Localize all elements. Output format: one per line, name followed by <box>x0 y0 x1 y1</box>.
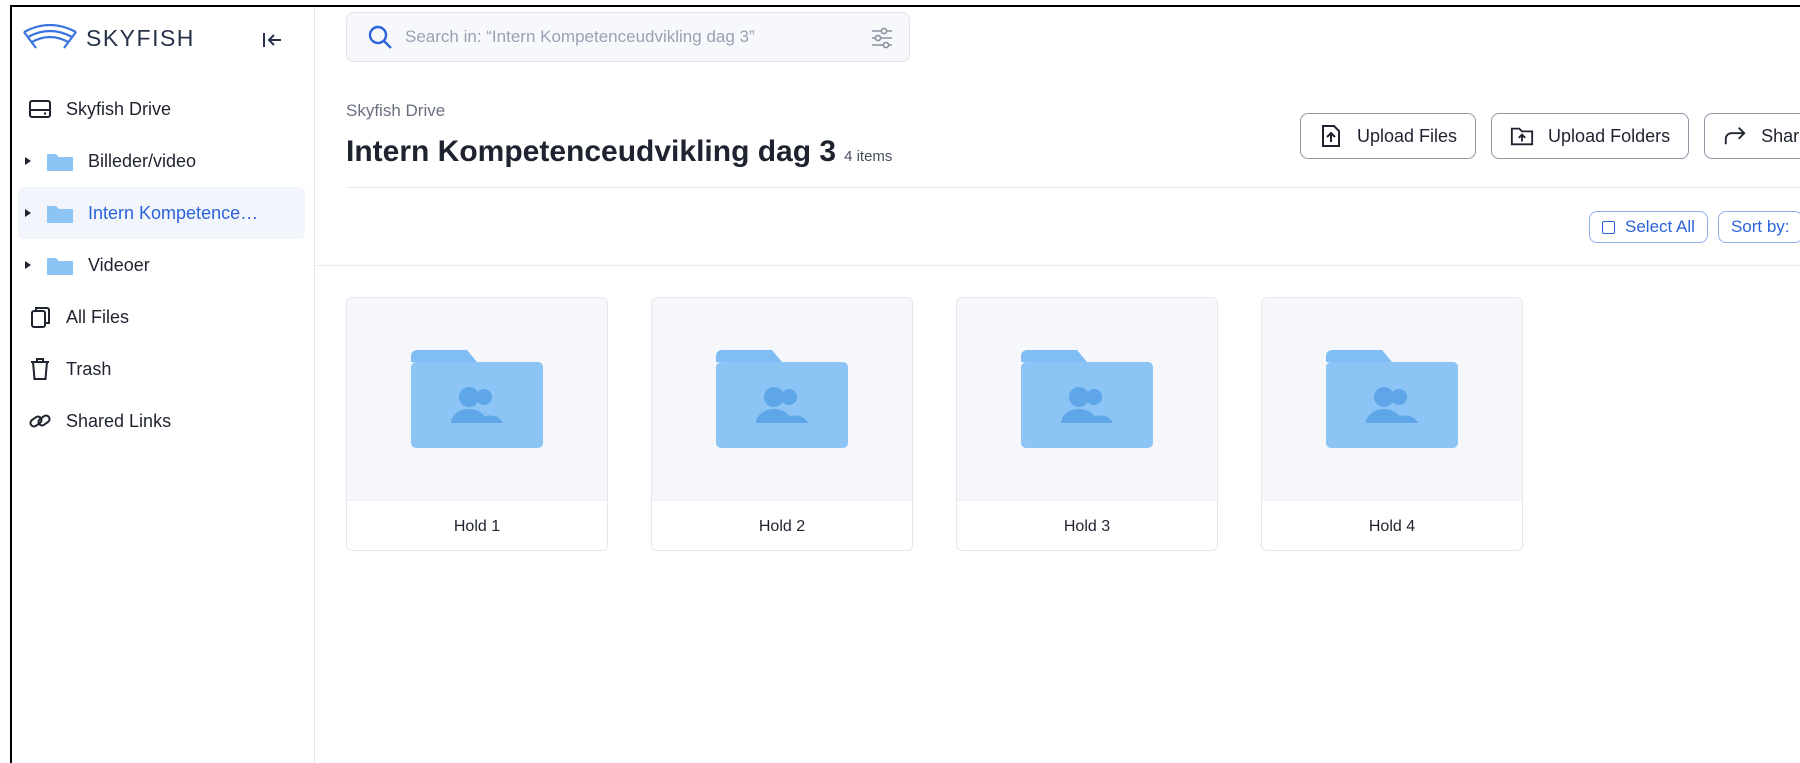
share-label: Shar <box>1761 125 1800 146</box>
header-actions: Upload Files Upload Folders Shar <box>1300 113 1800 159</box>
folder-thumbnail <box>1262 298 1522 500</box>
sidebar-item-videoer[interactable]: Videoer <box>18 239 305 291</box>
sidebar-item-all-files[interactable]: All Files <box>18 291 305 343</box>
upload-folders-button[interactable]: Upload Folders <box>1491 113 1690 159</box>
brand-name: SKYFISH <box>86 24 195 51</box>
sidebar: SKYFISH Skyfish Drive Billeder/video Int… <box>12 7 315 763</box>
search-icon <box>365 22 395 52</box>
sidebar-item-label: All Files <box>66 306 130 327</box>
shared-folder-icon <box>1326 350 1458 448</box>
sidebar-item-trash[interactable]: Trash <box>18 343 305 395</box>
app-window: SKYFISH Skyfish Drive Billeder/video Int… <box>10 5 1800 763</box>
expand-caret-icon[interactable] <box>22 208 34 218</box>
sidebar-nav: Skyfish Drive Billeder/video Intern Komp… <box>12 83 305 447</box>
folder-card[interactable]: Hold 4 <box>1261 297 1523 551</box>
share-arrow-icon <box>1723 124 1747 148</box>
sidebar-item-label: Trash <box>66 358 112 379</box>
search-bar[interactable] <box>346 12 910 62</box>
folder-grid: Hold 1 Hold 2 Hold 3 Hold 4 <box>346 297 1523 551</box>
folder-icon <box>47 154 73 171</box>
sidebar-item-label: Skyfish Drive <box>66 98 172 119</box>
shared-folder-icon <box>716 350 848 448</box>
drive-icon <box>26 95 54 123</box>
folder-thumbnail <box>652 298 912 500</box>
folder-card[interactable]: Hold 2 <box>651 297 913 551</box>
expand-caret-icon[interactable] <box>22 156 34 166</box>
share-button[interactable]: Shar <box>1704 113 1800 159</box>
upload-file-icon <box>1319 124 1343 148</box>
page-title: Intern Kompetenceudvikling dag 3 <box>346 135 837 168</box>
page-title-row: Intern Kompetenceudvikling dag 3 4 items <box>346 135 892 169</box>
divider <box>346 187 1800 188</box>
upload-folder-icon <box>1510 124 1534 148</box>
shared-folder-icon <box>411 350 543 448</box>
folder-icon <box>47 206 73 223</box>
divider <box>316 265 1800 266</box>
sidebar-item-label: Videoer <box>88 254 150 275</box>
brand[interactable]: SKYFISH <box>22 23 195 53</box>
sidebar-item-shared-links[interactable]: Shared Links <box>18 395 305 447</box>
expand-caret-icon[interactable] <box>22 260 34 270</box>
main-content: Skyfish Drive Intern Kompetenceudvikling… <box>316 7 1800 763</box>
folder-card[interactable]: Hold 3 <box>956 297 1218 551</box>
shared-folder-icon <box>1021 350 1153 448</box>
upload-files-label: Upload Files <box>1357 125 1458 146</box>
sort-by-dropdown[interactable]: Sort by: <box>1717 211 1800 243</box>
folder-name: Hold 2 <box>652 500 912 550</box>
folder-thumbnail <box>347 298 607 500</box>
sidebar-item-label: Shared Links <box>66 410 172 431</box>
sort-by-label: Sort by: <box>1730 217 1790 236</box>
sidebar-item-billeder-video[interactable]: Billeder/video <box>18 135 305 187</box>
folder-thumbnail <box>957 298 1217 500</box>
checkbox-icon <box>1602 220 1615 234</box>
upload-files-button[interactable]: Upload Files <box>1300 113 1477 159</box>
trash-icon <box>26 355 54 383</box>
collapse-left-icon <box>263 33 281 47</box>
link-icon <box>26 407 54 435</box>
skyfish-logo-icon <box>23 24 77 49</box>
folder-name: Hold 4 <box>1262 500 1522 550</box>
files-icon <box>26 303 54 331</box>
upload-folders-label: Upload Folders <box>1548 125 1671 146</box>
folder-card[interactable]: Hold 1 <box>346 297 608 551</box>
folder-name: Hold 3 <box>957 500 1217 550</box>
collapse-sidebar-button[interactable] <box>258 27 286 53</box>
sidebar-item-intern-kompetence[interactable]: Intern Kompetence… <box>18 187 305 239</box>
select-all-button[interactable]: Select All <box>1589 211 1708 243</box>
search-input[interactable] <box>405 27 845 47</box>
filter-settings-icon[interactable] <box>869 25 895 51</box>
sidebar-item-skyfish-drive[interactable]: Skyfish Drive <box>18 83 305 135</box>
select-all-label: Select All <box>1625 217 1695 236</box>
breadcrumb[interactable]: Skyfish Drive <box>346 101 445 121</box>
sidebar-item-label: Intern Kompetence… <box>88 202 259 223</box>
grid-toolbar: Select All Sort by: <box>1589 211 1800 243</box>
sidebar-item-label: Billeder/video <box>88 150 197 171</box>
item-count: 4 items <box>844 148 893 165</box>
folder-name: Hold 1 <box>347 500 607 550</box>
folder-icon <box>47 258 73 275</box>
